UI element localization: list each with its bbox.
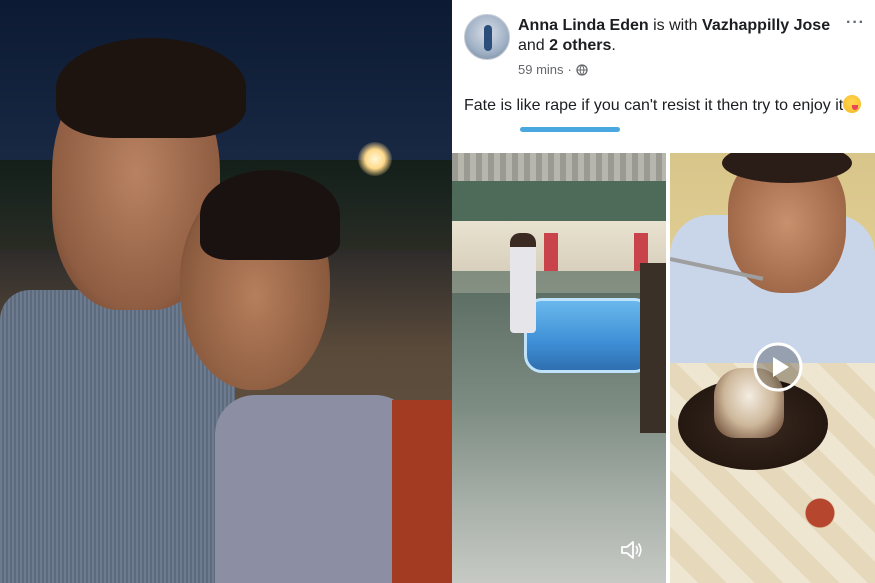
dark-post	[640, 263, 666, 433]
flood-video-thumbnail[interactable]	[452, 153, 666, 583]
post-text: Fate is like rape if you can't resist it…	[464, 95, 872, 117]
street-lamp	[358, 142, 392, 176]
speaker-icon[interactable]	[620, 540, 644, 560]
more-options-icon[interactable]: ···	[846, 14, 865, 32]
avatar[interactable]	[464, 14, 510, 60]
play-icon[interactable]	[752, 341, 804, 393]
tin-roof	[452, 153, 666, 181]
woman-hair	[200, 170, 340, 260]
post-card: Anna Linda Eden is with Vazhappilly Jose…	[452, 0, 875, 153]
woman-red-cloth	[392, 400, 452, 583]
tagged-name[interactable]: Vazhappilly Jose	[702, 17, 830, 34]
meta-separator: ·	[567, 62, 572, 77]
post-header: Anna Linda Eden is with Vazhappilly Jose…	[518, 16, 838, 56]
avatar-figure	[484, 25, 492, 51]
selfie-photo[interactable]	[0, 0, 452, 583]
woman-top	[215, 395, 415, 583]
man-hair	[56, 38, 246, 138]
post-time[interactable]: 59 mins	[518, 62, 564, 77]
and-text: and	[518, 37, 545, 54]
inflatable-pool	[524, 298, 652, 373]
header-period: .	[611, 37, 616, 54]
post-meta: 59 mins ·	[518, 62, 588, 77]
globe-icon[interactable]	[576, 63, 588, 76]
others-link[interactable]: 2 others	[549, 37, 611, 54]
blue-underline-mark	[520, 127, 620, 132]
with-text: is with	[653, 17, 698, 34]
wall-pillar	[544, 233, 558, 271]
author-name[interactable]: Anna Linda Eden	[518, 17, 649, 34]
man-in-water	[510, 233, 536, 333]
post-body: Fate is like rape if you can't resist it…	[464, 97, 844, 114]
winking-tongue-emoji-icon	[843, 95, 862, 113]
